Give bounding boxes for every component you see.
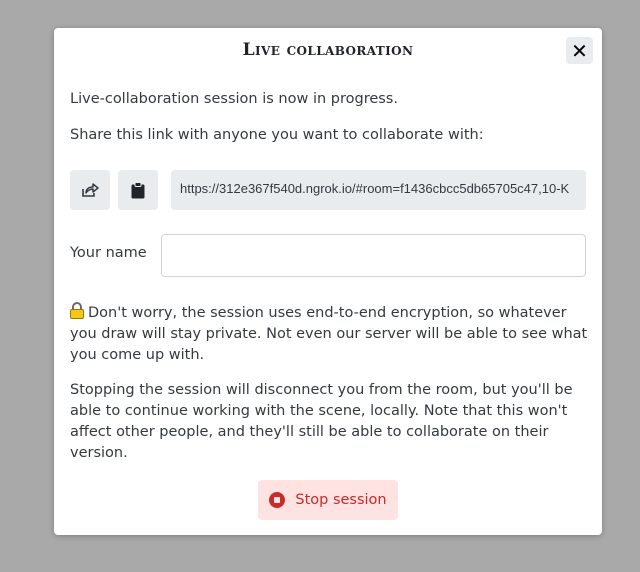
copy-link-button[interactable] [118, 170, 158, 210]
stop-icon [269, 492, 286, 508]
lock-icon [70, 302, 84, 319]
session-status-text: Live-collaboration session is now in pro… [70, 91, 398, 107]
stop-session-button[interactable]: Stop session [258, 480, 398, 520]
your-name-label: Your name [70, 245, 147, 261]
stop-session-label: Stop session [295, 492, 387, 508]
encryption-note: Don't worry, the session uses end-to-end… [70, 302, 590, 366]
stop-session-note: Stopping the session will disconnect you… [70, 382, 573, 461]
share-icon [82, 183, 99, 197]
share-prompt-text: Share this link with anyone you want to … [70, 127, 484, 143]
encryption-note-text: Don't worry, the session uses end-to-end… [70, 305, 588, 363]
close-button[interactable]: ✕ [566, 37, 593, 64]
live-collaboration-dialog: Live collaboration ✕ Live-collaboration … [54, 28, 602, 535]
close-icon: ✕ [571, 38, 588, 63]
collaboration-link-field[interactable]: https://312e367f540d.ngrok.io/#room=f143… [171, 170, 586, 210]
your-name-input[interactable] [161, 234, 586, 277]
clipboard-icon [131, 181, 145, 198]
dialog-title: Live collaboration [242, 40, 414, 60]
share-link-button[interactable] [70, 170, 110, 210]
